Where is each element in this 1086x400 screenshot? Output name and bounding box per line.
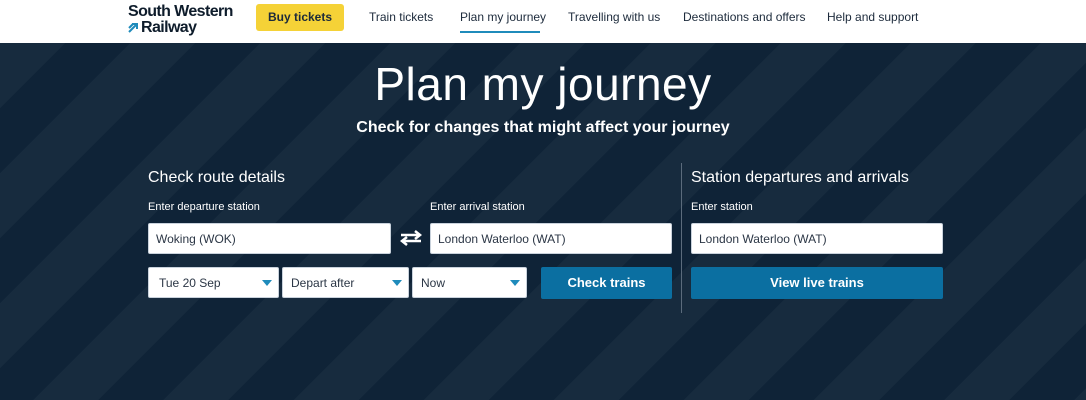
chevron-down-icon <box>392 280 402 286</box>
nav-train-tickets[interactable]: Train tickets <box>369 10 433 24</box>
section-divider <box>681 163 682 313</box>
departure-label: Enter departure station <box>148 201 260 213</box>
time-select-value: Now <box>421 276 446 290</box>
station-label: Enter station <box>691 201 753 213</box>
check-trains-button[interactable]: Check trains <box>541 267 672 299</box>
logo-text-line2: Railway <box>141 19 197 36</box>
nav-travelling-with-us[interactable]: Travelling with us <box>568 10 660 24</box>
nav-help-and-support[interactable]: Help and support <box>827 10 918 24</box>
nav-plan-my-journey[interactable]: Plan my journey <box>460 10 546 24</box>
logo-text-line1: South Western <box>128 3 233 20</box>
route-section-title: Check route details <box>148 169 285 186</box>
time-select[interactable]: Now <box>412 267 527 298</box>
chevron-down-icon <box>262 280 272 286</box>
swap-arrows-icon[interactable] <box>398 229 424 247</box>
date-select[interactable]: Tue 20 Sep <box>148 267 279 298</box>
station-input[interactable] <box>691 223 943 254</box>
station-section-title: Station departures and arrivals <box>691 169 909 186</box>
chevron-down-icon <box>510 280 520 286</box>
arrival-label: Enter arrival station <box>430 201 525 213</box>
arrival-station-input[interactable] <box>430 223 672 254</box>
site-header: South Western Railway Buy tickets Train … <box>0 0 1086 43</box>
brand-logo[interactable]: South Western Railway <box>128 3 240 37</box>
active-nav-indicator <box>460 31 540 33</box>
date-select-value: Tue 20 Sep <box>159 276 221 290</box>
depart-mode-select[interactable]: Depart after <box>282 267 409 298</box>
page-title: Plan my journey <box>374 58 712 110</box>
nav-destinations-and-offers[interactable]: Destinations and offers <box>683 10 806 24</box>
departure-station-input[interactable] <box>148 223 391 254</box>
buy-tickets-button[interactable]: Buy tickets <box>256 4 344 31</box>
page-subtitle: Check for changes that might affect your… <box>356 119 730 136</box>
depart-mode-select-value: Depart after <box>291 276 355 290</box>
journey-planner-hero: Plan my journey Check for changes that m… <box>0 43 1086 400</box>
view-live-trains-button[interactable]: View live trains <box>691 267 943 299</box>
